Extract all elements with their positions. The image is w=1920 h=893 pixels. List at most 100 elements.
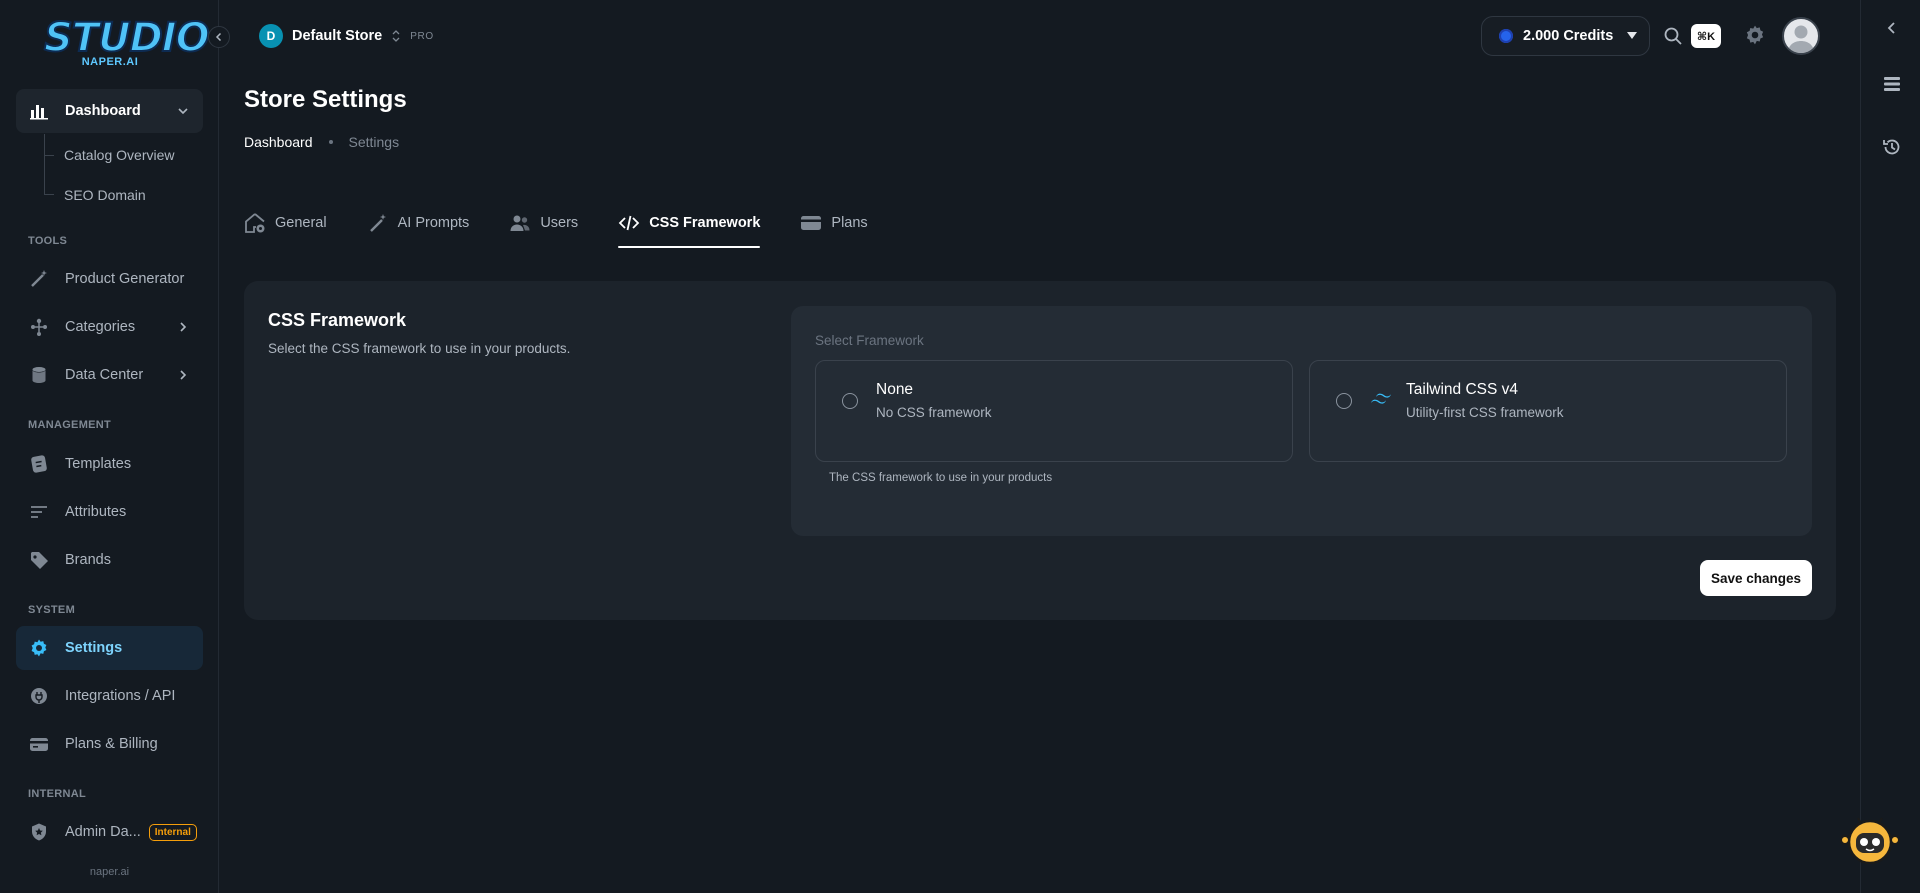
- option-description: No CSS framework: [876, 405, 992, 420]
- radio-button[interactable]: [1336, 393, 1352, 409]
- tab-ai-prompts[interactable]: AI Prompts: [367, 206, 470, 242]
- tab-label: Users: [540, 215, 579, 231]
- credit-card-icon: [29, 734, 49, 754]
- sidebar: STUDIO NAPER.AI Dashboard Catalog Overvi…: [0, 0, 219, 893]
- tree-line: [44, 134, 45, 194]
- tag-icon: [29, 550, 49, 570]
- sidebar-item-data-center[interactable]: Data Center: [16, 353, 203, 397]
- section-label-internal: INTERNAL: [28, 788, 87, 800]
- sidebar-item-label: Attributes: [65, 504, 127, 520]
- sidebar-item-label: Plans & Billing: [65, 736, 158, 752]
- tab-label: AI Prompts: [397, 215, 470, 231]
- users-icon: [509, 212, 531, 234]
- chevron-down-icon: [178, 108, 188, 115]
- shield-icon: [29, 822, 49, 842]
- chevron-up-down-icon: [392, 30, 400, 42]
- section-label-tools: TOOLS: [28, 235, 68, 247]
- sidebar-item-label: Data Center: [65, 367, 144, 383]
- chevron-left-icon[interactable]: [1882, 18, 1902, 38]
- sidebar-item-label: Brands: [65, 552, 111, 568]
- magic-wand-icon: [367, 212, 389, 234]
- home-gear-icon: [244, 212, 266, 234]
- search-icon[interactable]: [1663, 26, 1683, 46]
- chevron-left-icon: [215, 32, 222, 42]
- credit-card-icon: [800, 212, 822, 234]
- sidebar-subitem-catalog-overview[interactable]: Catalog Overview: [64, 147, 175, 163]
- user-silhouette-icon: [1788, 25, 1814, 53]
- chevron-right-icon: [180, 370, 187, 380]
- template-icon: [29, 454, 49, 474]
- sidebar-item-categories[interactable]: Categories: [16, 305, 203, 349]
- credits-dropdown[interactable]: 2.000 Credits: [1481, 16, 1650, 56]
- card-title: CSS Framework: [268, 310, 407, 330]
- right-rail: [1860, 0, 1920, 893]
- sidebar-item-attributes[interactable]: Attributes: [16, 490, 203, 534]
- sidebar-item-brands[interactable]: Brands: [16, 538, 203, 582]
- caret-down-icon: [1627, 32, 1637, 39]
- save-changes-button[interactable]: Save changes: [1700, 560, 1812, 596]
- history-icon[interactable]: [1882, 137, 1902, 157]
- plug-icon: [29, 686, 49, 706]
- sidebar-item-integrations[interactable]: Integrations / API: [16, 674, 203, 718]
- store-switcher[interactable]: D Default Store PRO: [259, 24, 434, 48]
- assistant-bot-icon[interactable]: [1839, 816, 1901, 864]
- tree-tick: [44, 155, 54, 156]
- breadcrumb-settings: Settings: [348, 134, 400, 150]
- database-icon: [29, 365, 49, 385]
- logo-text: STUDIO: [43, 15, 211, 61]
- store-name: Default Store: [292, 28, 383, 44]
- section-label-system: SYSTEM: [28, 604, 76, 616]
- breadcrumb: Dashboard Settings: [244, 134, 399, 150]
- framework-selector-panel: Select Framework None No CSS framework T…: [791, 306, 1812, 536]
- framework-option-none[interactable]: None No CSS framework: [815, 360, 1293, 462]
- radio-button[interactable]: [842, 393, 858, 409]
- sidebar-item-label: Dashboard: [65, 103, 141, 119]
- tab-general[interactable]: General: [244, 206, 327, 242]
- sidebar-item-label: Admin Da...: [65, 824, 141, 840]
- collapse-sidebar-button[interactable]: [208, 26, 230, 48]
- tab-css-framework[interactable]: CSS Framework: [618, 206, 761, 248]
- sidebar-item-admin[interactable]: Admin Da... Internal: [16, 810, 203, 854]
- select-framework-label: Select Framework: [815, 333, 924, 348]
- tab-label: Plans: [831, 215, 868, 231]
- tree-tick: [44, 194, 54, 195]
- sidebar-item-settings[interactable]: Settings: [16, 626, 203, 670]
- footer-brand: naper.ai: [89, 866, 130, 878]
- sidebar-item-label: Settings: [65, 640, 123, 656]
- tab-label: General: [275, 215, 327, 231]
- page-title: Store Settings: [244, 86, 407, 113]
- tab-plans[interactable]: Plans: [800, 206, 868, 242]
- store-plan-badge: PRO: [410, 30, 434, 42]
- sidebar-item-label: Integrations / API: [65, 688, 176, 704]
- gear-icon: [29, 638, 49, 658]
- search-shortcut-badge[interactable]: ⌘K: [1691, 24, 1721, 48]
- sidebar-item-product-generator[interactable]: Product Generator: [16, 257, 203, 301]
- option-description: Utility-first CSS framework: [1406, 405, 1564, 420]
- framework-option-tailwind[interactable]: Tailwind CSS v4 Utility-first CSS framew…: [1309, 360, 1787, 462]
- sidebar-item-dashboard[interactable]: Dashboard: [16, 89, 203, 133]
- breadcrumb-dashboard[interactable]: Dashboard: [244, 134, 313, 150]
- bar-chart-icon: [29, 101, 49, 121]
- sidebar-subitem-seo-domain[interactable]: SEO Domain: [64, 187, 146, 203]
- tailwind-logo-icon: [1371, 393, 1391, 404]
- internal-badge: Internal: [148, 823, 197, 841]
- card-description: Select the CSS framework to use in your …: [268, 341, 571, 356]
- store-avatar: D: [259, 24, 283, 48]
- list-lines-icon: [29, 502, 49, 522]
- app-logo[interactable]: STUDIO NAPER.AI: [43, 15, 211, 74]
- list-icon[interactable]: [1882, 74, 1902, 94]
- settings-gear-icon[interactable]: [1744, 24, 1766, 46]
- sidebar-item-templates[interactable]: Templates: [16, 442, 203, 486]
- coin-icon: [1499, 29, 1513, 43]
- chevron-right-icon: [180, 322, 187, 332]
- breadcrumb-separator: [328, 140, 333, 144]
- option-name: None: [876, 381, 914, 398]
- option-name: Tailwind CSS v4: [1406, 381, 1518, 398]
- sidebar-item-plans-billing[interactable]: Plans & Billing: [16, 722, 203, 766]
- user-avatar[interactable]: [1782, 17, 1820, 55]
- magic-wand-icon: [29, 269, 49, 289]
- tab-users[interactable]: Users: [509, 206, 578, 242]
- tab-label: CSS Framework: [649, 215, 761, 231]
- css-framework-card: CSS Framework Select the CSS framework t…: [244, 281, 1836, 620]
- section-label-management: MANAGEMENT: [28, 419, 112, 431]
